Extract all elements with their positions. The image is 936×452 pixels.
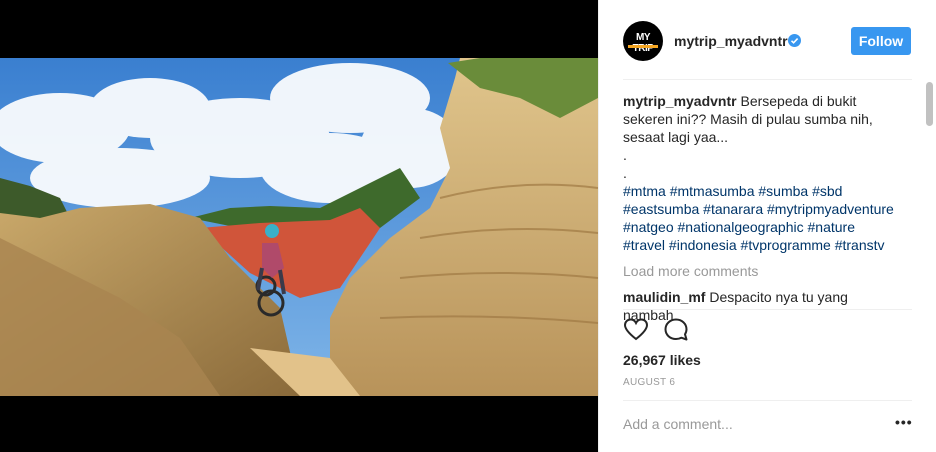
avatar[interactable]: MY TRIP	[623, 21, 663, 61]
header-divider	[623, 79, 912, 80]
caption-text-rest: sekeren ini?? Masih di pulau sumba nih, …	[623, 111, 873, 145]
more-options-icon[interactable]: •••	[895, 414, 913, 430]
verified-badge-icon	[788, 34, 801, 47]
hashtag-link[interactable]: #mtmasumba	[670, 183, 755, 199]
comment-input-divider	[623, 400, 912, 401]
comment-username[interactable]: maulidin_mf	[623, 289, 705, 305]
post-date[interactable]: AUGUST 6	[623, 377, 675, 388]
post-panel: MY TRIP mytrip_myadvntr Follow mytrip_my…	[598, 0, 936, 452]
hashtag-link[interactable]: #sumba	[758, 183, 808, 199]
caption-dot: .	[623, 165, 627, 181]
hashtag-link[interactable]: #nationalgeographic	[678, 219, 804, 235]
follow-button[interactable]: Follow	[851, 27, 911, 55]
add-comment-input[interactable]: Add a comment...	[623, 416, 733, 432]
hashtag-link[interactable]: #indonesia	[669, 237, 737, 253]
comments-scrollbar[interactable]	[926, 82, 933, 126]
hashtag-link[interactable]: #transtv	[835, 237, 885, 253]
comment-icon[interactable]	[663, 317, 689, 343]
hashtag-link[interactable]: #eastsumba	[623, 201, 699, 217]
post-photo[interactable]	[0, 58, 598, 396]
comments-section: mytrip_myadvntr Bersepeda di bukit seker…	[623, 92, 897, 324]
heart-icon[interactable]	[623, 317, 649, 343]
caption-dot: .	[623, 147, 627, 163]
hashtag-link[interactable]: #mtma	[623, 183, 666, 199]
hashtag-link[interactable]: #tanarara	[703, 201, 763, 217]
post-header: MY TRIP mytrip_myadvntr Follow	[599, 0, 936, 80]
post-media	[0, 0, 598, 452]
likes-count[interactable]: 26,967 likes	[623, 352, 701, 368]
hashtag-link[interactable]: #nature	[808, 219, 855, 235]
hashtag-link[interactable]: #natgeo	[623, 219, 674, 235]
hashtag-link[interactable]: #sbd	[812, 183, 842, 199]
hashtag-link[interactable]: #travel	[623, 237, 665, 253]
hashtag-list: #mtma #mtmasumba #sumba #sbd #eastsumba …	[623, 182, 897, 254]
hashtag-link[interactable]: #tvprogramme	[741, 237, 831, 253]
avatar-logo-bar	[628, 45, 658, 48]
actions-divider	[623, 309, 912, 310]
caption: mytrip_myadvntr Bersepeda di bukit seker…	[623, 92, 897, 254]
caption-text-start: Bersepeda di bukit	[740, 93, 857, 109]
header-username[interactable]: mytrip_myadvntr	[674, 33, 788, 49]
hashtag-link[interactable]: #mytripmyadventure	[767, 201, 894, 217]
caption-username[interactable]: mytrip_myadvntr	[623, 93, 737, 109]
load-more-comments-link[interactable]: Load more comments	[623, 262, 897, 280]
avatar-logo-text: MY TRIP	[632, 32, 654, 54]
